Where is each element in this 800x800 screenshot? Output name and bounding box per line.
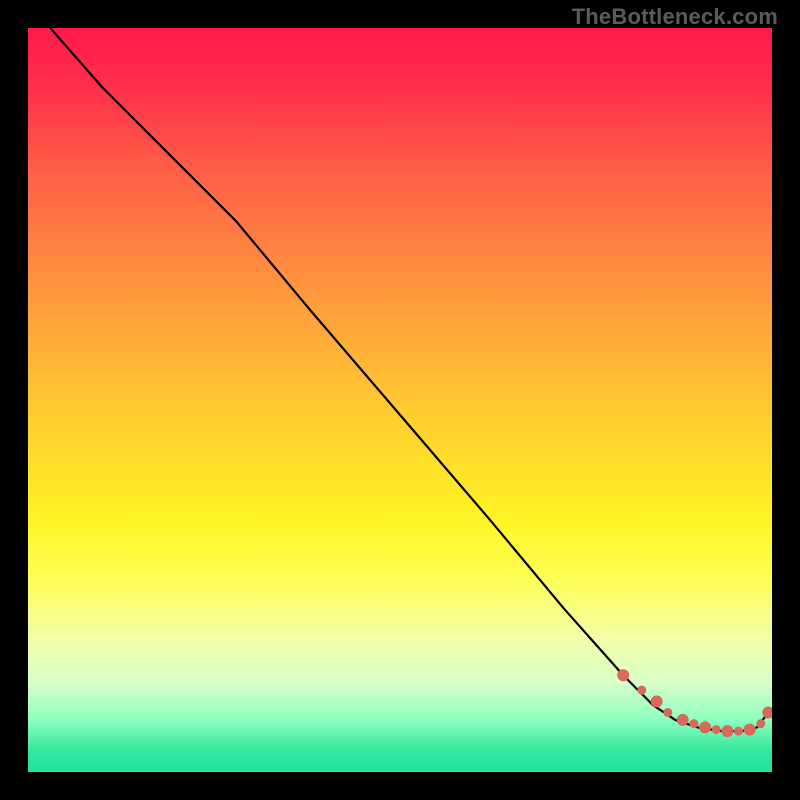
watermark-label: TheBottleneck.com: [572, 4, 778, 30]
chart-background: [28, 28, 772, 772]
